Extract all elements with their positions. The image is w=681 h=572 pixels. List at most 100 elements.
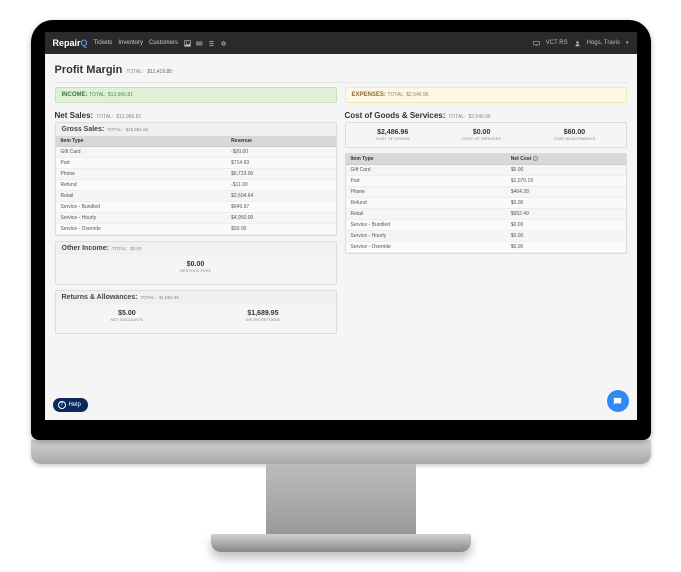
table-cell: $952.49 [506,209,626,220]
user-name[interactable]: Hogs, Travis [587,40,620,46]
table-row: Retail$2,604.64 [56,191,336,202]
stat-label: GROSS RETURNS [245,317,280,322]
expenses-banner: EXPENSES: TOTAL: $2,546.96 [345,87,627,103]
stat-label: COST ADJUSTMENTS [554,136,596,141]
cogs-table: Item Type Net Costi Gift Card$0.00Part$1… [346,154,626,253]
stat-value: $5.00 [111,310,144,317]
table-row: Service - Hourly$0.00 [346,231,626,242]
stat-label: RESTOCK FEES [180,268,211,273]
table-row: Part$714.93 [56,158,336,169]
col-revenue: Revenue [226,136,335,147]
list-icon[interactable] [208,40,215,47]
user-icon [574,40,581,47]
table-cell: Phone [346,187,506,198]
store-label[interactable]: VCT RS [546,40,568,46]
barcode-icon[interactable] [196,40,203,47]
table-cell: -$11.00 [226,180,335,191]
table-cell: Part [56,158,227,169]
table-row: Service - Hourly$4,950.00 [56,213,336,224]
cogs-table-panel: Item Type Net Costi Gift Card$0.00Part$1… [345,153,627,254]
cogs-stats: $2,486.96COST OF GOODS $0.00COST OF SERVI… [345,122,627,148]
chevron-down-icon[interactable]: ▾ [626,40,629,46]
cogs-header: Cost of Goods & Services: TOTAL: $2,546.… [345,108,627,122]
returns-title: Returns & Allowances: [62,294,138,301]
table-cell: -$20.00 [226,147,335,158]
income-banner: INCOME: TOTAL: $13,966.81 [55,87,337,103]
chat-icon [612,396,623,407]
page-total-label: TOTAL: [126,69,143,75]
stat-block: $1,689.95GROSS RETURNS [245,310,280,322]
nav-customers[interactable]: Customers [149,40,178,46]
net-sales-header: Net Sales: TOTAL: $13,966.81 [55,108,337,122]
table-row: Phone$6,723.00 [56,169,336,180]
table-cell: Service - Override [346,242,506,253]
table-row: Gift Card-$20.00 [56,147,336,158]
other-income-panel: Other Income: TOTAL: $0.00 $0.00RESTOCK … [55,241,337,285]
table-cell: Gift Card [56,147,227,158]
col-item-type: Item Type [56,136,227,147]
col-item-type: Item Type [346,154,506,165]
page-header: Profit Margin TOTAL: $11,419.85 [55,60,627,83]
table-cell: $0.00 [506,231,626,242]
table-cell: Gift Card [346,165,506,176]
stat-block: $60.00COST ADJUSTMENTS [554,129,596,141]
stat-value: $2,486.96 [376,129,410,136]
gear-icon[interactable] [220,40,227,47]
table-cell: $0.00 [506,165,626,176]
gross-sales-panel: Gross Sales: TOTAL: $15,661.55 Item Type… [55,122,337,236]
table-cell: Service - Override [56,224,227,235]
stat-value: $0.00 [462,129,501,136]
top-nav-bar: RepairQ Tickets Inventory Customers VCT … [45,32,637,54]
table-cell: $1,070.19 [506,176,626,187]
info-icon[interactable]: i [533,156,538,161]
table-cell: $6,723.00 [226,169,335,180]
stat-label: NET DISCOUNTS [111,317,144,322]
page-title: Profit Margin [55,64,123,76]
table-cell: Refund [56,180,227,191]
stat-block: $5.00NET DISCOUNTS [111,310,144,322]
table-cell: Phone [56,169,227,180]
nav-inventory[interactable]: Inventory [118,40,143,46]
nav-tickets[interactable]: Tickets [94,40,113,46]
stat-value: $60.00 [554,129,596,136]
table-cell: $464.28 [506,187,626,198]
table-cell: $4,950.00 [226,213,335,224]
table-cell: Refund [346,198,506,209]
returns-panel: Returns & Allowances: TOTAL: $1,694.95 $… [55,290,337,334]
stat-value: $1,689.95 [245,310,280,317]
stat-block: $0.00COST OF SERVICES [462,129,501,141]
table-cell: $0.00 [506,220,626,231]
app-logo: RepairQ [53,38,88,48]
help-button[interactable]: ? Help [53,398,88,412]
table-row: Gift Card$0.00 [346,165,626,176]
stat-block: $0.00RESTOCK FEES [180,261,211,273]
table-cell: $649.97 [226,202,335,213]
table-row: Service - Override$0.00 [346,242,626,253]
table-cell: Part [346,176,506,187]
table-cell: $0.00 [506,198,626,209]
page-total-value: $11,419.85 [147,69,172,75]
table-cell: $2,604.64 [226,191,335,202]
other-income-title: Other Income: [62,245,109,252]
table-cell: Retail [346,209,506,220]
table-row: Service - Bundled$0.00 [346,220,626,231]
table-cell: Service - Hourly [56,213,227,224]
table-row: Refund-$11.00 [56,180,336,191]
chat-button[interactable] [607,390,629,412]
table-row: Retail$952.49 [346,209,626,220]
stat-block: $2,486.96COST OF GOODS [376,129,410,141]
table-row: Part$1,070.19 [346,176,626,187]
stat-value: $0.00 [180,261,211,268]
image-icon[interactable] [184,40,191,47]
table-row: Refund$0.00 [346,198,626,209]
table-cell: $50.00 [226,224,335,235]
table-cell: $714.93 [226,158,335,169]
table-cell: Service - Bundled [346,220,506,231]
table-row: Service - Override$50.00 [56,224,336,235]
stat-label: COST OF SERVICES [462,136,501,141]
monitor-icon [533,40,540,47]
gross-sales-table: Item Type Revenue Gift Card-$20.00Part$7… [56,136,336,235]
table-row: Service - Bundled$649.97 [56,202,336,213]
table-cell: Service - Hourly [346,231,506,242]
col-net-cost: Net Costi [506,154,626,165]
